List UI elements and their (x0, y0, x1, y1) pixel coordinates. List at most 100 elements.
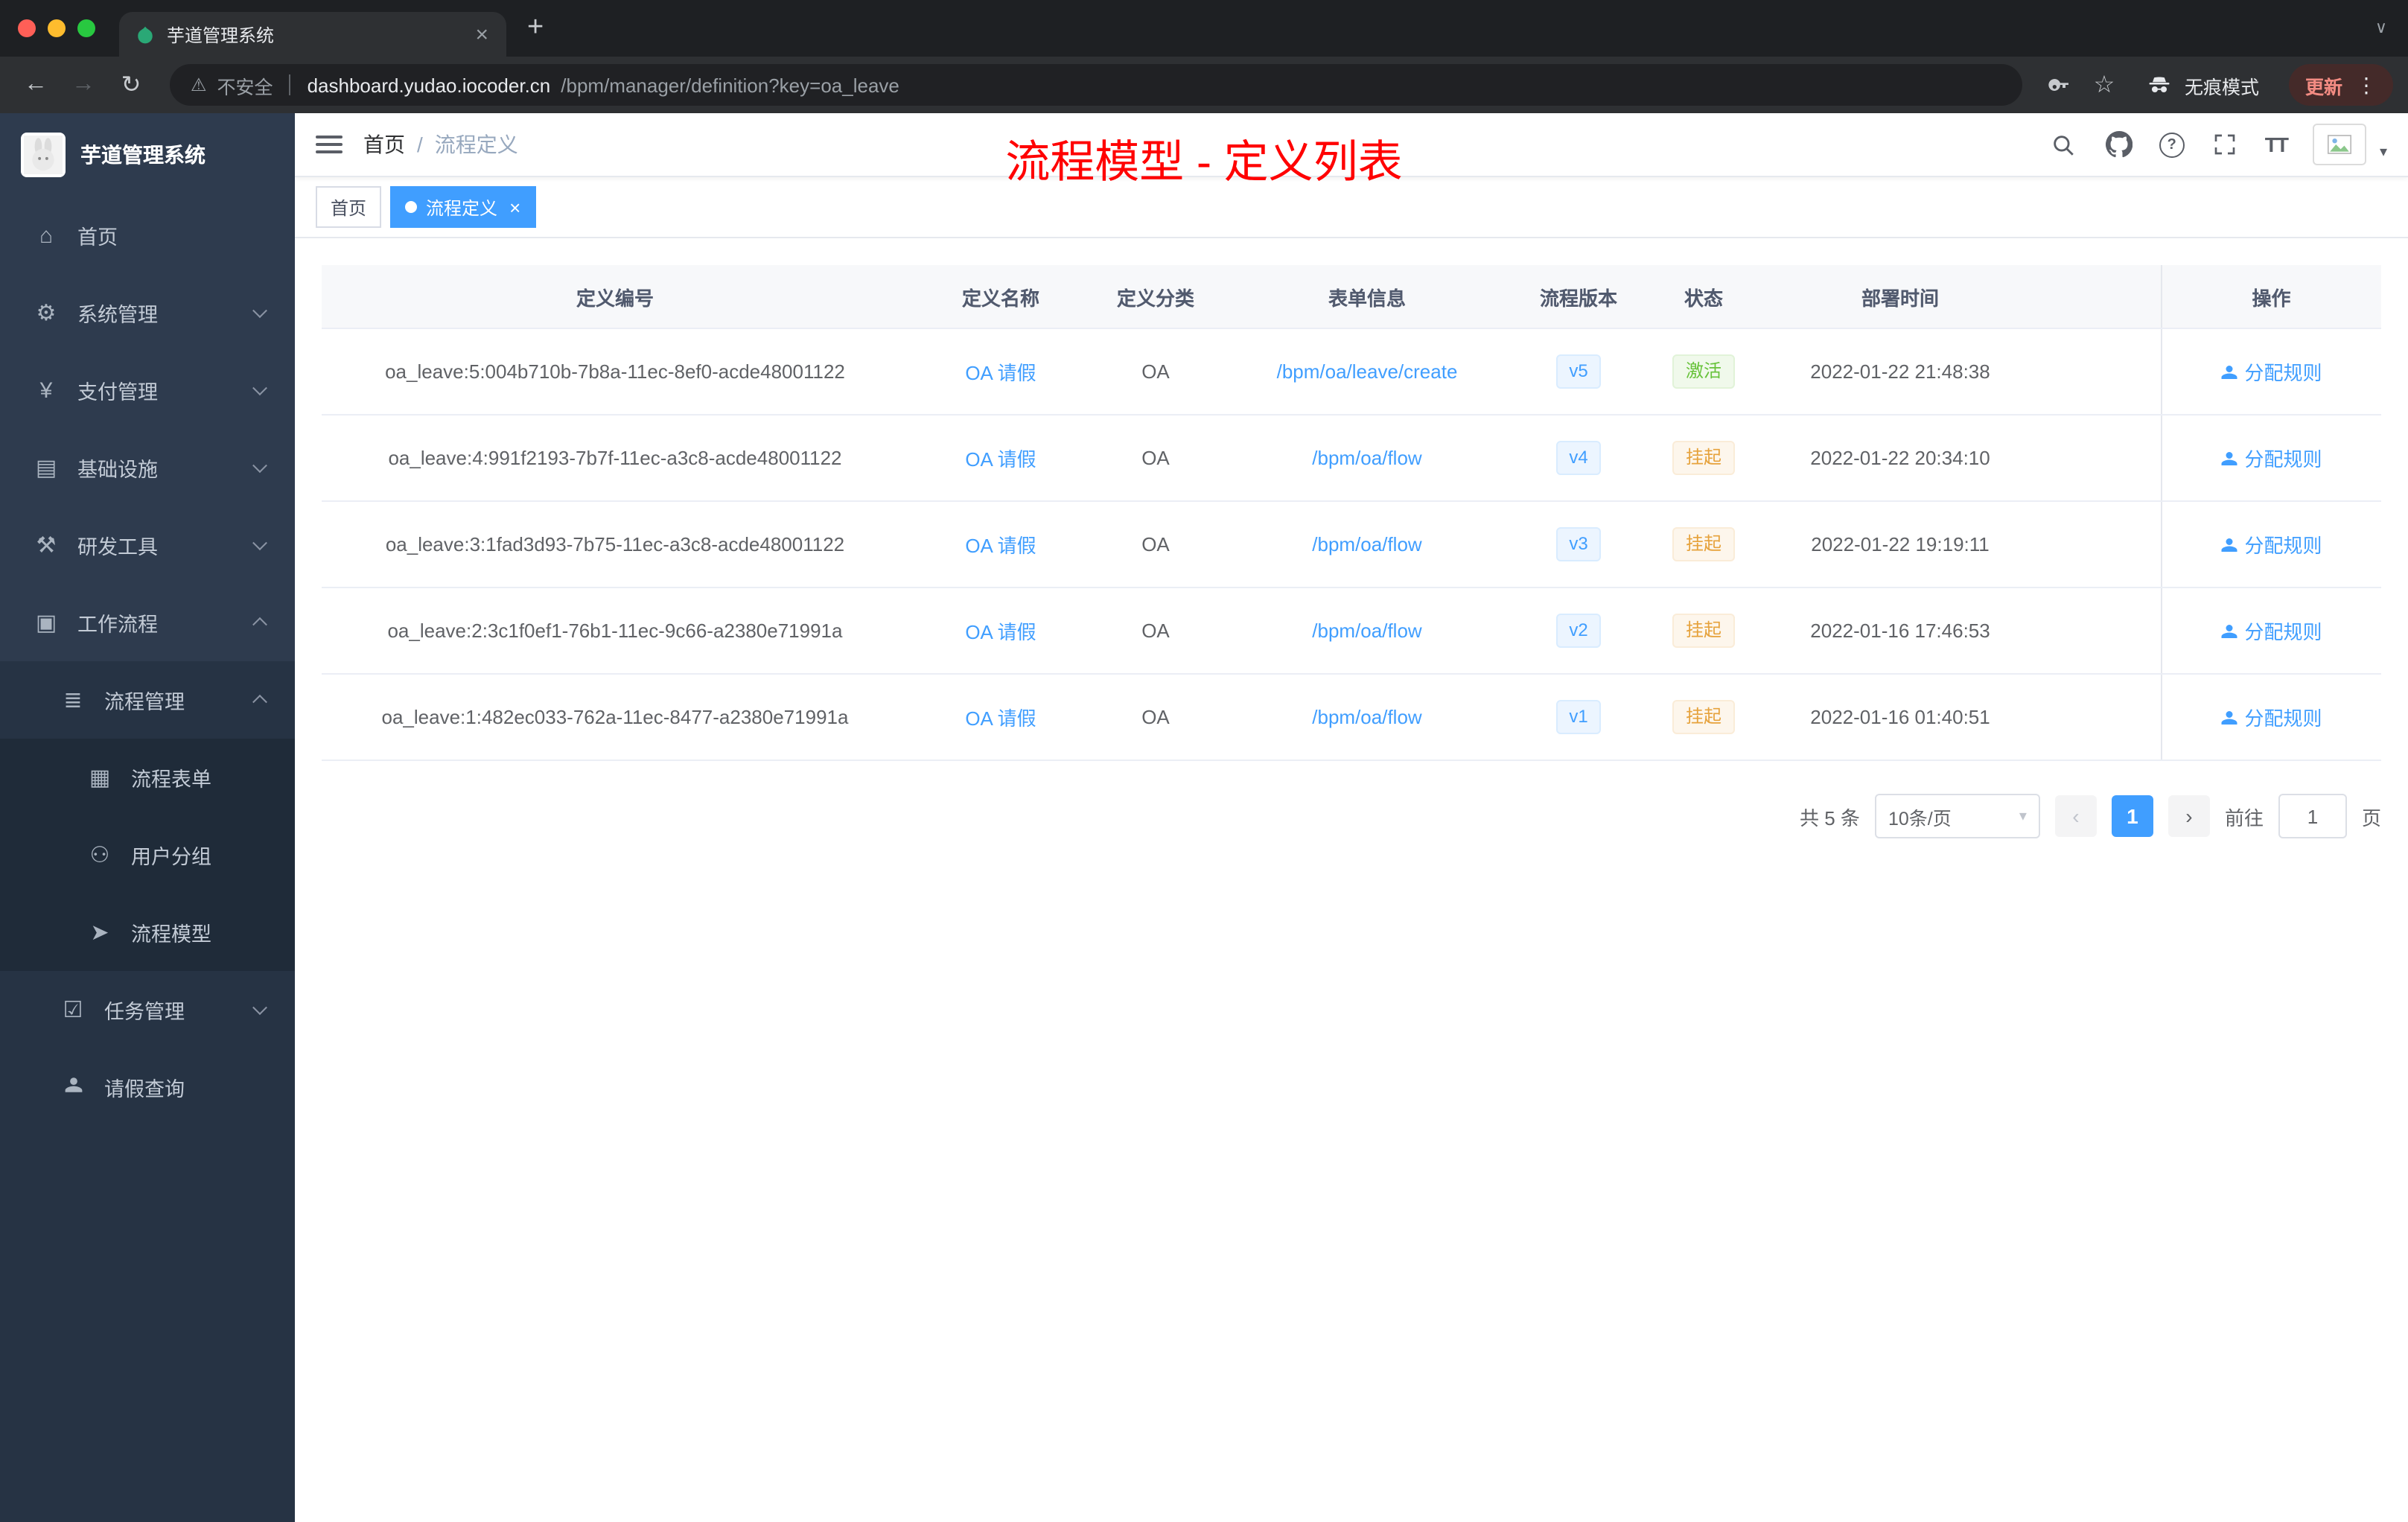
col-definition-name: 定义名称 (908, 265, 1093, 329)
sidebar-item-process-mgmt[interactable]: ≣ 流程管理 (0, 661, 295, 739)
prev-page-button[interactable]: ‹ (2054, 795, 2097, 837)
browser-menu-icon[interactable]: ⋮ (2356, 72, 2377, 98)
browser-toolbar: ← → ↻ ⚠ 不安全 dashboard.yudao.iocoder.cn/b… (0, 57, 2408, 113)
form-link[interactable]: /bpm/oa/leave/create (1277, 360, 1458, 383)
form-link[interactable]: /bpm/oa/flow (1312, 620, 1421, 642)
sidebar-item-user-group[interactable]: ⚇ 用户分组 (0, 816, 295, 894)
password-key-icon[interactable] (2040, 66, 2079, 104)
chevron-up-icon (252, 617, 267, 632)
person-icon (2221, 451, 2237, 465)
browser-tab[interactable]: 芋道管理系统 × (119, 12, 506, 57)
assign-rule-link[interactable]: 分配规则 (2220, 357, 2322, 386)
sidebar: 芋道管理系统 ⌂ 首页 ⚙ 系统管理 ¥ 支付管理 ▤ 基础设施 ⚒ 研发工具 … (0, 113, 295, 1522)
chevron-down-icon (252, 458, 267, 474)
yen-icon: ¥ (39, 378, 53, 403)
sidebar-item-process-model[interactable]: ➤ 流程模型 (0, 894, 295, 971)
definition-name-link[interactable]: OA 请假 (965, 535, 1036, 557)
definition-category: OA (1141, 620, 1170, 642)
back-button[interactable]: ← (15, 64, 57, 106)
assign-rule-link[interactable]: 分配规则 (2220, 444, 2322, 472)
assign-rule-link[interactable]: 分配规则 (2220, 530, 2322, 558)
breadcrumb: 首页 / 流程定义 (363, 130, 518, 159)
sidebar-item-workflow[interactable]: ▣ 工作流程 (0, 584, 295, 661)
version-tag: v3 (1555, 527, 1602, 561)
tab-close-icon[interactable]: × (472, 22, 491, 47)
person-icon (2221, 538, 2237, 551)
assign-rule-link[interactable]: 分配规则 (2220, 617, 2322, 645)
reload-button[interactable]: ↻ (110, 64, 152, 106)
form-icon: ▦ (89, 765, 111, 791)
page-1-button[interactable]: 1 (2111, 795, 2153, 837)
top-navbar: 首页 / 流程定义 ? TT ▾ (295, 113, 2408, 177)
avatar-caret-icon[interactable]: ▾ (2380, 144, 2387, 160)
traffic-lights (0, 19, 119, 37)
omnibox-divider (289, 74, 291, 95)
sidebar-item-task-mgmt[interactable]: ☑ 任务管理 (0, 971, 295, 1048)
security-warning-label[interactable]: 不安全 (217, 71, 273, 99)
definition-category: OA (1141, 706, 1170, 728)
goto-page-input[interactable] (2278, 794, 2347, 838)
definition-category: OA (1141, 533, 1170, 555)
person-icon (2221, 710, 2237, 724)
goto-label: 前往 (2224, 806, 2264, 829)
help-icon[interactable]: ? (2159, 132, 2185, 157)
form-link[interactable]: /bpm/oa/flow (1312, 706, 1421, 728)
process-mgmt-children: ▦ 流程表单 ⚇ 用户分组 ➤ 流程模型 (0, 739, 295, 971)
forward-button[interactable]: → (63, 64, 104, 106)
definition-name-link[interactable]: OA 请假 (965, 707, 1036, 730)
incognito-icon (2144, 70, 2174, 100)
app-logo: 芋道管理系统 (0, 113, 295, 197)
search-icon[interactable] (2049, 130, 2079, 159)
address-bar[interactable]: ⚠ 不安全 dashboard.yudao.iocoder.cn/bpm/man… (170, 64, 2022, 106)
form-link[interactable]: /bpm/oa/flow (1312, 447, 1421, 469)
bookmark-star-icon[interactable]: ☆ (2085, 66, 2124, 104)
col-version: 流程版本 (1516, 265, 1641, 329)
incognito-indicator: 无痕模式 (2130, 70, 2274, 100)
definition-name-link[interactable]: OA 请假 (965, 448, 1036, 471)
user-group-icon: ⚇ (89, 843, 110, 868)
tags-view: 首页 流程定义 × (295, 177, 2408, 238)
table-row: oa_leave:2:3c1f0ef1-76b1-11ec-9c66-a2380… (322, 588, 2381, 675)
table-row: oa_leave:5:004b710b-7b8a-11ec-8ef0-acde4… (322, 328, 2381, 415)
github-icon[interactable] (2104, 130, 2134, 159)
tag-current[interactable]: 流程定义 × (390, 186, 536, 228)
browser-update-chip[interactable]: 更新 ⋮ (2288, 64, 2393, 106)
zoom-window-button[interactable] (77, 19, 95, 37)
tag-home[interactable]: 首页 (316, 186, 382, 228)
page-unit-label: 页 (2361, 806, 2381, 829)
close-window-button[interactable] (18, 19, 36, 37)
sidebar-item-home[interactable]: ⌂ 首页 (0, 197, 295, 274)
fullscreen-icon[interactable] (2210, 130, 2240, 159)
page-size-select[interactable]: 10条/页 ▾ (1874, 794, 2040, 838)
sidebar-item-system[interactable]: ⚙ 系统管理 (0, 274, 295, 351)
update-label[interactable]: 更新 (2305, 71, 2342, 99)
gear-icon: ⚙ (36, 301, 57, 326)
new-tab-button[interactable]: + (506, 0, 564, 57)
tab-favicon-icon (134, 24, 155, 45)
sidebar-item-leave-query[interactable]: 请假查询 (0, 1048, 295, 1126)
font-size-icon[interactable]: TT (2265, 133, 2289, 156)
assign-rule-link[interactable]: 分配规则 (2220, 703, 2322, 731)
minimize-window-button[interactable] (48, 19, 66, 37)
tab-search-chevron-icon[interactable]: ∨ (2375, 18, 2387, 37)
breadcrumb-home[interactable]: 首页 (363, 130, 405, 159)
tag-close-icon[interactable]: × (509, 196, 520, 218)
avatar[interactable] (2312, 124, 2366, 165)
table-header-row: 定义编号 定义名称 定义分类 表单信息 流程版本 状态 部署时间 操作 (322, 265, 2381, 329)
sidebar-item-payment[interactable]: ¥ 支付管理 (0, 351, 295, 429)
chevron-down-icon (252, 535, 267, 551)
sidebar-filler (0, 1126, 295, 1522)
sidebar-item-process-form[interactable]: ▦ 流程表单 (0, 739, 295, 816)
workflow-icon: ▣ (35, 611, 57, 636)
table-row: oa_leave:3:1fad3d93-7b75-11ec-a3c8-acde4… (322, 501, 2381, 588)
paper-plane-icon: ➤ (90, 920, 109, 946)
definition-name-link[interactable]: OA 请假 (965, 621, 1036, 643)
sidebar-item-devtools[interactable]: ⚒ 研发工具 (0, 506, 295, 584)
form-link[interactable]: /bpm/oa/flow (1312, 533, 1421, 555)
definition-category: OA (1141, 360, 1170, 383)
sidebar-item-infrastructure[interactable]: ▤ 基础设施 (0, 429, 295, 506)
definition-name-link[interactable]: OA 请假 (965, 362, 1036, 384)
next-page-button[interactable]: › (2167, 795, 2210, 837)
browser-window: 芋道管理系统 × + ∨ ← → ↻ ⚠ 不安全 dashboard.yudao… (0, 0, 2408, 1522)
sidebar-toggle-icon[interactable] (316, 136, 343, 153)
